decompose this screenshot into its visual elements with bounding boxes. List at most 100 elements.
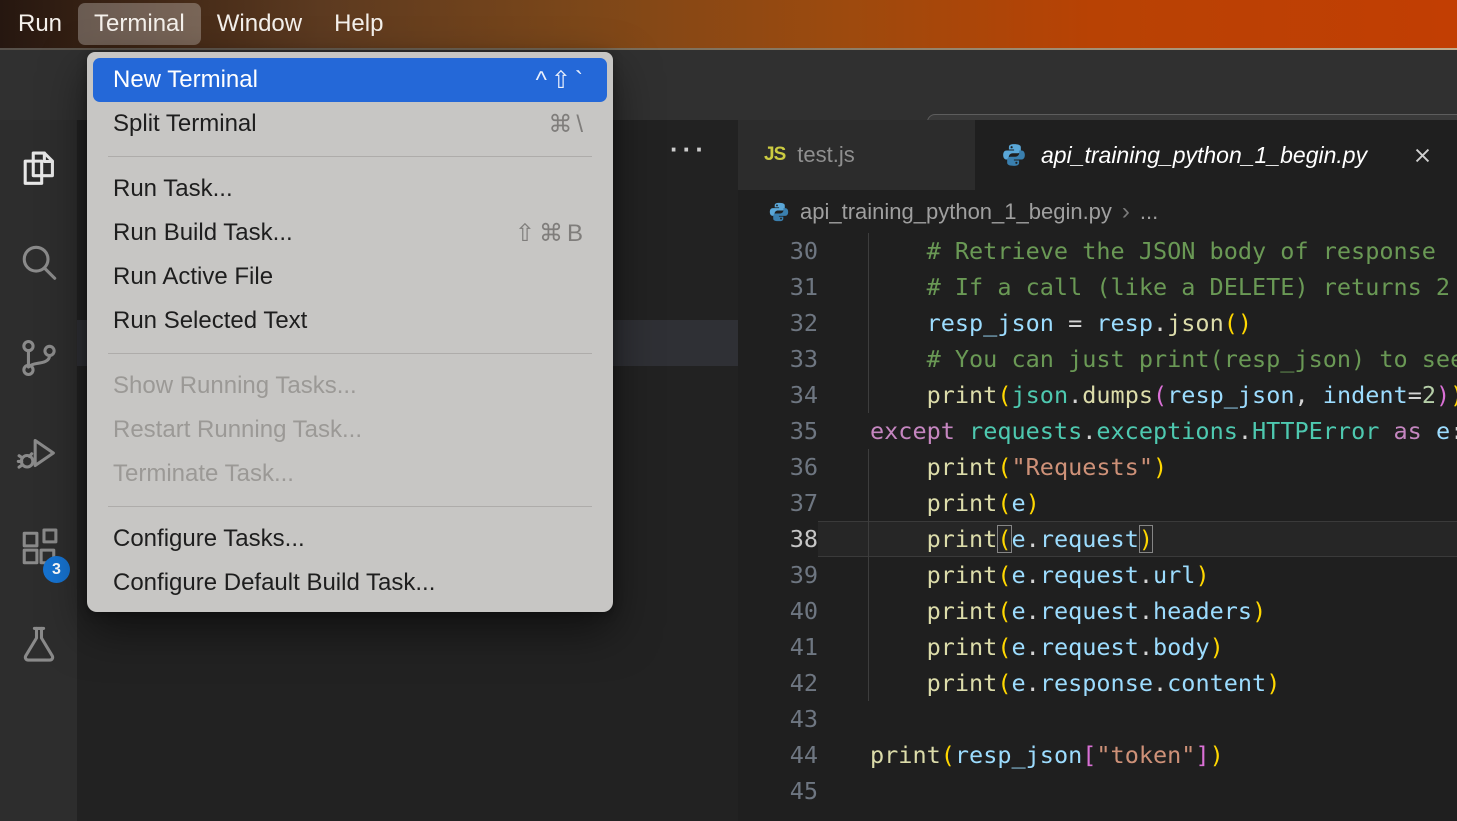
token-p1: ): [1026, 489, 1040, 517]
activity-bar-testing-icon[interactable]: [0, 595, 77, 690]
menu-item-configure-default-build-task[interactable]: Configure Default Build Task...: [87, 561, 613, 605]
token-op: =: [1054, 309, 1096, 337]
token-op: .: [1139, 597, 1153, 625]
menubar-item-help[interactable]: Help: [318, 3, 399, 45]
line-content: print(e.request.url): [818, 557, 1457, 593]
activity-bar-search-icon[interactable]: [0, 215, 77, 310]
chevron-right-icon: ›: [1122, 198, 1130, 226]
code-line-43[interactable]: 43: [738, 701, 1457, 737]
menubar-item-terminal[interactable]: Terminal: [78, 3, 201, 45]
token-p1: (: [997, 453, 1011, 481]
line-content: # You can just print(resp_json) to see: [818, 341, 1457, 377]
menubar-item-window[interactable]: Window: [201, 3, 318, 45]
menu-item-split-terminal[interactable]: Split Terminal⌘\: [87, 102, 613, 146]
menu-item-label: Split Terminal: [113, 110, 257, 138]
token-cmt: # If a call (like a DELETE) returns 2: [927, 273, 1450, 301]
token-p1: (: [997, 381, 1011, 409]
token-func: json: [1167, 309, 1224, 337]
token-func: print: [927, 633, 998, 661]
code-line-40[interactable]: 40 print(e.request.headers): [738, 593, 1457, 629]
token-p1: ): [1210, 741, 1224, 769]
code-line-30[interactable]: 30 # Retrieve the JSON body of response: [738, 233, 1457, 269]
code-line-45[interactable]: 45: [738, 773, 1457, 809]
macos-menu-bar: RunTerminalWindowHelp: [0, 0, 1457, 48]
token-type: exceptions: [1096, 417, 1237, 445]
menu-item-configure-tasks[interactable]: Configure Tasks...: [87, 517, 613, 561]
line-number: 38: [738, 521, 818, 557]
activity-bar-run-debug-icon[interactable]: [0, 405, 77, 500]
editor-tab-test.js[interactable]: JStest.js: [738, 120, 975, 190]
line-content: print(e.request.headers): [818, 593, 1457, 629]
token-func: print: [927, 489, 998, 517]
menu-item-label: Run Task...: [113, 175, 233, 203]
close-tab-icon[interactable]: [1409, 142, 1435, 168]
line-number: 36: [738, 449, 818, 485]
token-op: .: [1153, 669, 1167, 697]
activity-bar-files-icon[interactable]: [0, 120, 77, 215]
code-line-39[interactable]: 39 print(e.request.url): [738, 557, 1457, 593]
indent-guide: [868, 665, 869, 701]
token-p2: [: [1082, 741, 1096, 769]
code-line-41[interactable]: 41 print(e.request.body): [738, 629, 1457, 665]
menu-item-run-selected-text[interactable]: Run Selected Text: [87, 299, 613, 343]
token-op: .: [1238, 417, 1252, 445]
menu-item-label: Restart Running Task...: [113, 416, 362, 444]
token-p1: (: [941, 741, 955, 769]
menu-item-label: Configure Tasks...: [113, 525, 305, 553]
token-str: "token": [1096, 741, 1195, 769]
breadcrumb-file[interactable]: api_training_python_1_begin.py: [800, 199, 1112, 225]
line-number: 43: [738, 701, 818, 737]
code-editor[interactable]: 30 # Retrieve the JSON body of response3…: [738, 233, 1457, 821]
code-line-32[interactable]: 32 resp_json = resp.json(): [738, 305, 1457, 341]
token-ws: [870, 453, 927, 481]
more-actions-icon[interactable]: ···: [670, 134, 708, 165]
token-var: content: [1167, 669, 1266, 697]
activity-bar-extensions-icon[interactable]: 3: [0, 500, 77, 595]
editor-tab-api_training_python_1_begin.py[interactable]: api_training_python_1_begin.py: [975, 120, 1457, 190]
code-line-36[interactable]: 36 print("Requests"): [738, 449, 1457, 485]
menu-separator: [108, 156, 592, 157]
code-line-44[interactable]: 44print(resp_json["token"]): [738, 737, 1457, 773]
token-p1: (: [997, 597, 1011, 625]
token-op: .: [1139, 633, 1153, 661]
token-var: request: [1040, 561, 1139, 589]
vscode-window: RunTerminalWindowHelp ← → tse-api-t 3 ··…: [0, 0, 1457, 821]
line-content: print(e): [818, 485, 1457, 521]
token-p1: (: [997, 669, 1011, 697]
token-ws: [870, 597, 927, 625]
token-op: .: [1026, 633, 1040, 661]
menu-item-run-build-task[interactable]: Run Build Task...⇧⌘B: [87, 211, 613, 255]
code-line-34[interactable]: 34 print(json.dumps(resp_json, indent=2)…: [738, 377, 1457, 413]
activity-bar-source-control-icon[interactable]: [0, 310, 77, 405]
indent-guide: [868, 449, 869, 485]
token-op: .: [1026, 669, 1040, 697]
token-var: request: [1040, 525, 1139, 553]
token-ws: [870, 633, 927, 661]
code-line-37[interactable]: 37 print(e): [738, 485, 1457, 521]
token-op: ,: [1295, 381, 1323, 409]
token-var: e: [1012, 525, 1026, 553]
code-line-38[interactable]: 38 print(e.request): [738, 521, 1457, 557]
menu-item-run-active-file[interactable]: Run Active File: [87, 255, 613, 299]
code-line-35[interactable]: 35except requests.exceptions.HTTPError a…: [738, 413, 1457, 449]
token-p1: ): [1139, 525, 1153, 553]
token-ws: [870, 561, 927, 589]
token-ws: [870, 345, 927, 373]
code-line-42[interactable]: 42 print(e.response.content): [738, 665, 1457, 701]
tab-label: test.js: [797, 142, 854, 168]
token-op: .: [1153, 309, 1167, 337]
breadcrumb-symbol[interactable]: ...: [1140, 199, 1158, 225]
menubar-item-run[interactable]: Run: [2, 3, 78, 45]
token-p1: ): [1450, 381, 1457, 409]
menu-item-new-terminal[interactable]: New Terminal^⇧`: [93, 58, 607, 102]
code-line-33[interactable]: 33 # You can just print(resp_json) to se…: [738, 341, 1457, 377]
token-kw: except: [870, 417, 955, 445]
indent-guide: [868, 521, 869, 557]
line-number: 42: [738, 665, 818, 701]
token-func: print: [927, 381, 998, 409]
menu-item-run-task[interactable]: Run Task...: [87, 167, 613, 211]
token-ws: [870, 273, 927, 301]
line-number: 35: [738, 413, 818, 449]
code-line-31[interactable]: 31 # If a call (like a DELETE) returns 2: [738, 269, 1457, 305]
line-number: 45: [738, 773, 818, 809]
